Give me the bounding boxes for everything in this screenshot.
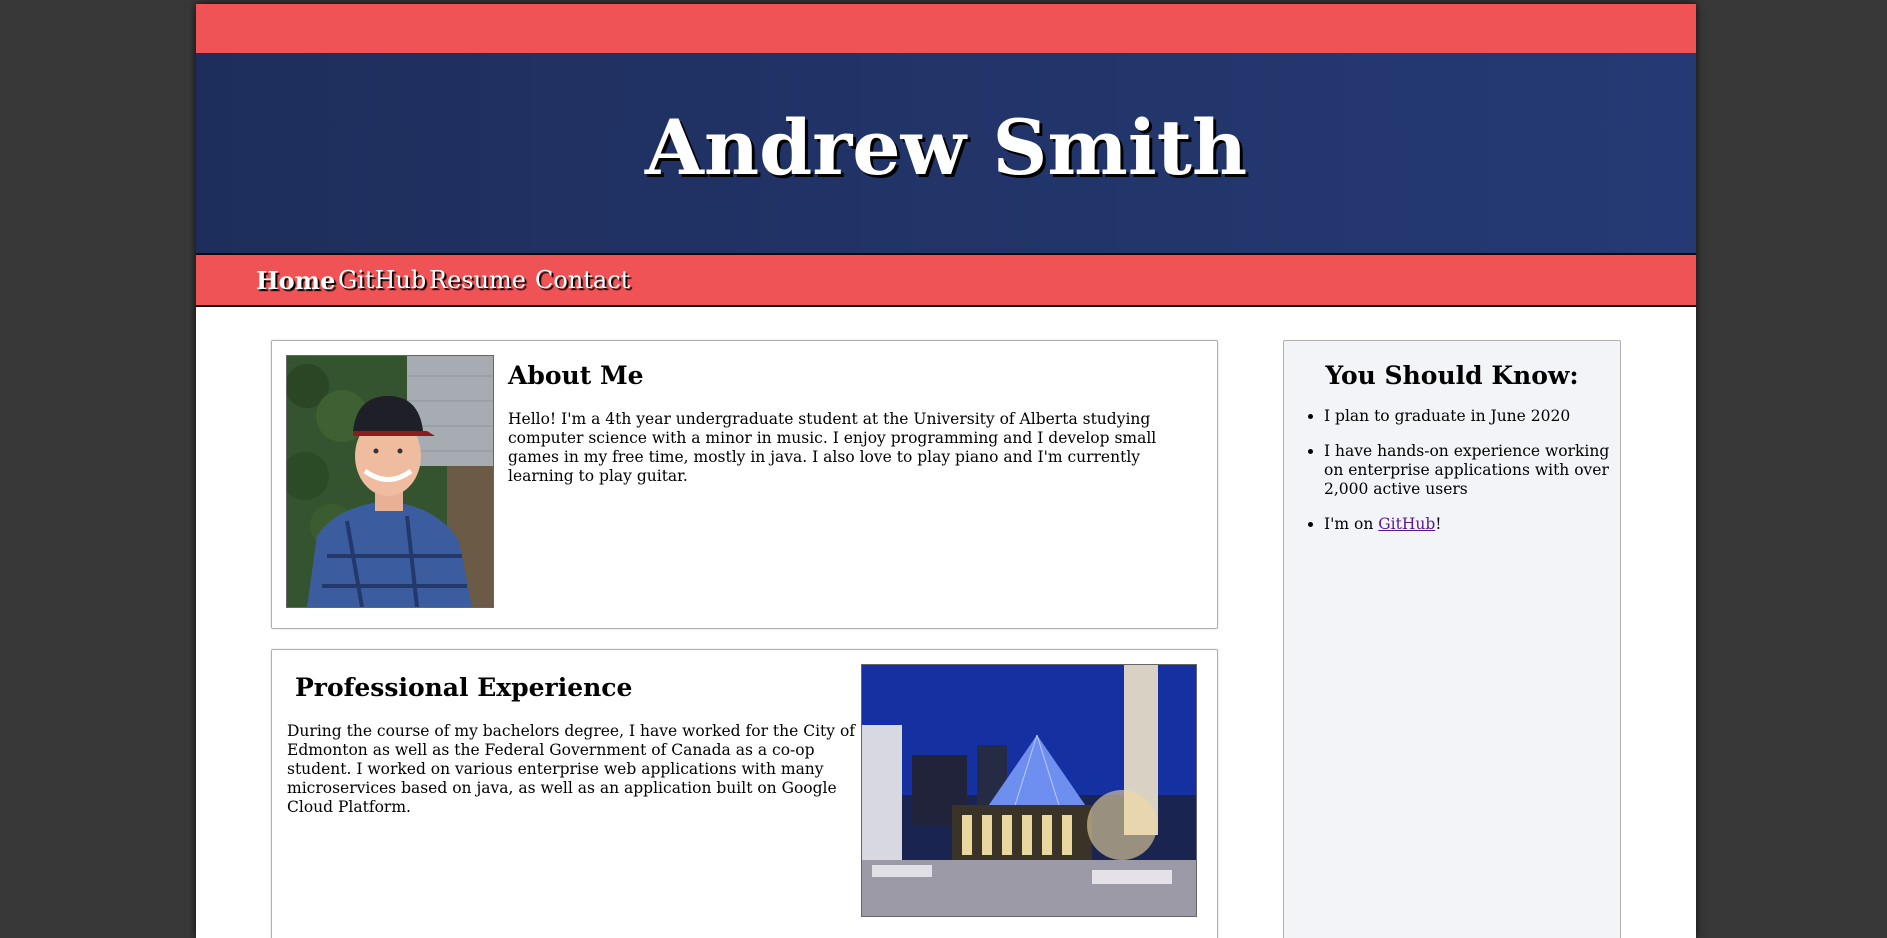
- profile-photo: [286, 355, 494, 608]
- city-hall-photo: [861, 664, 1197, 917]
- nav-resume[interactable]: Resume: [429, 266, 526, 294]
- experience-card: Professional Experience During the cours…: [271, 649, 1218, 938]
- experience-text: During the course of my bachelors degree…: [287, 722, 856, 816]
- experience-title: Professional Experience: [295, 673, 633, 702]
- nav-contact[interactable]: Contact: [535, 266, 630, 294]
- page: Andrew Smith Home GitHub Resume Contact: [196, 4, 1696, 938]
- github-link[interactable]: GitHub: [1378, 515, 1435, 533]
- top-accent-strip: [196, 4, 1696, 53]
- nav-github[interactable]: GitHub: [338, 266, 426, 294]
- site-title: Andrew Smith: [644, 103, 1248, 192]
- github-suffix: !: [1435, 515, 1442, 533]
- aside-title: You Should Know:: [1325, 361, 1579, 390]
- about-title: About Me: [508, 361, 644, 390]
- list-item: I have hands-on experience working on en…: [1324, 442, 1624, 499]
- you-should-know-panel: You Should Know: I plan to graduate in J…: [1283, 340, 1621, 938]
- main-nav: Home GitHub Resume Contact: [196, 255, 1696, 307]
- about-card: About Me Hello! I'm a 4th year undergrad…: [271, 340, 1218, 629]
- list-item: I plan to graduate in June 2020: [1324, 407, 1624, 426]
- about-text: Hello! I'm a 4th year undergraduate stud…: [508, 410, 1157, 485]
- list-item: I'm on GitHub!: [1324, 515, 1624, 534]
- nav-home[interactable]: Home: [256, 266, 335, 295]
- site-header: Andrew Smith: [196, 53, 1696, 255]
- aside-list: I plan to graduate in June 2020 I have h…: [1306, 407, 1624, 550]
- github-prefix: I'm on: [1324, 515, 1379, 533]
